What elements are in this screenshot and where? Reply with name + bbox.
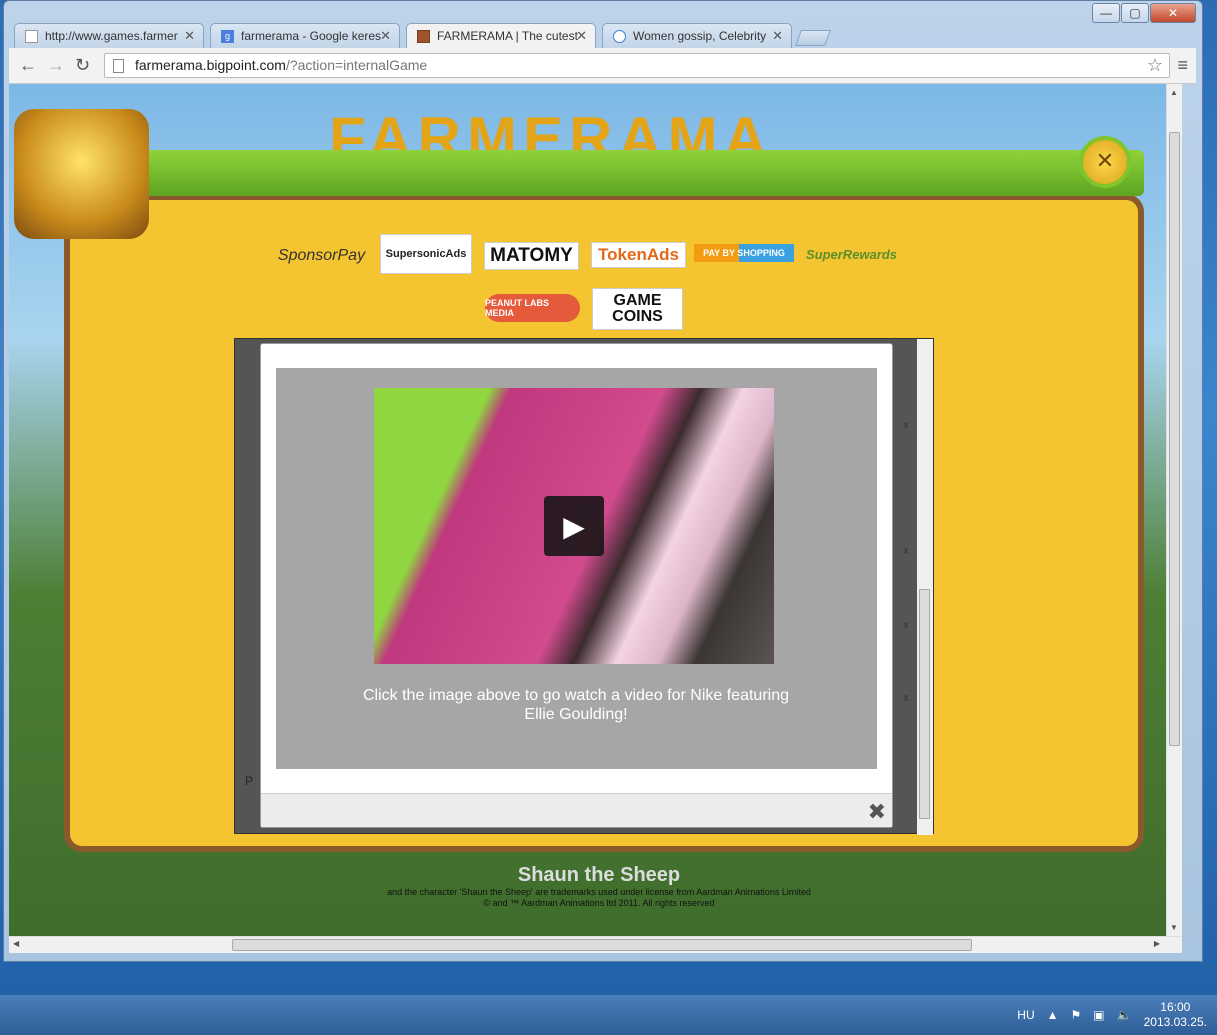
matomy-logo[interactable]: MATOMY <box>484 242 579 270</box>
address-bar[interactable]: farmerama.bigpoint.com/?action=internalG… <box>104 53 1170 78</box>
sponsorpay-logo[interactable]: SponsorPay <box>274 236 369 276</box>
tab-strip: http://www.games.farmer ✕ g farmerama - … <box>14 23 831 49</box>
close-window-button[interactable]: ✕ <box>1150 3 1196 23</box>
offer-close-icon[interactable]: x <box>903 545 909 557</box>
new-tab-button[interactable] <box>795 30 831 46</box>
scroll-thumb[interactable] <box>232 939 972 951</box>
shaun-the-sheep-logo: Shaun the Sheep <box>517 864 681 886</box>
page-footer: Shaun the Sheep and the character 'Shaun… <box>309 864 889 909</box>
clock-date: 2013.03.25. <box>1143 1015 1207 1029</box>
back-button[interactable]: ← <box>19 55 37 76</box>
windows-taskbar: HU ▲ ⚑ ▣ 🔈 16:00 2013.03.25. <box>0 995 1217 1035</box>
modal-content: ▶ Click the image above to go watch a vi… <box>276 368 877 769</box>
url-host: farmerama.bigpoint.com <box>135 57 286 73</box>
paybyshopping-logo[interactable]: PAY BY SHOPPING <box>694 244 794 262</box>
browser-toolbar: ← → ↻ farmerama.bigpoint.com/?action=int… <box>9 48 1196 84</box>
video-thumbnail[interactable]: ▶ <box>374 388 774 664</box>
vertical-scrollbar[interactable]: ▲ ▼ <box>1166 84 1182 936</box>
page-viewport: FARMERAMA ✕ SponsorPay SupersonicAds MAT… <box>9 84 1182 936</box>
system-tray: HU ▲ ⚑ ▣ 🔈 16:00 2013.03.25. <box>1017 995 1217 1035</box>
network-icon[interactable]: ▣ <box>1093 1008 1104 1022</box>
google-icon: g <box>221 30 234 43</box>
volume-icon[interactable]: 🔈 <box>1117 1008 1132 1022</box>
tab-games-farmerama[interactable]: http://www.games.farmer ✕ <box>14 23 204 49</box>
offer-close-icon[interactable]: x <box>903 692 909 704</box>
window-controls: — ▢ ✕ <box>1092 3 1196 23</box>
tokenads-logo[interactable]: TokenAds <box>591 242 686 268</box>
supersonicads-logo[interactable]: SupersonicAds <box>380 234 472 274</box>
video-offer-modal: ▶ Click the image above to go watch a vi… <box>260 343 893 828</box>
superrewards-logo[interactable]: SuperRewards <box>804 242 899 266</box>
farmerama-icon <box>417 30 430 43</box>
clock-time: 16:00 <box>1160 1000 1191 1014</box>
tab-women-gossip[interactable]: Women gossip, Celebrity ✕ <box>602 23 792 49</box>
forward-button[interactable]: → <box>47 55 65 76</box>
maximize-button[interactable]: ▢ <box>1121 3 1149 23</box>
language-indicator[interactable]: HU <box>1017 1008 1034 1022</box>
modal-footer: ✖ <box>261 793 892 827</box>
panel-header-bar <box>89 150 1144 196</box>
page-icon <box>113 59 124 73</box>
tab-label: farmerama - Google keres <box>241 29 382 43</box>
close-modal-icon[interactable]: ✖ <box>868 799 886 825</box>
close-tab-icon[interactable]: ✕ <box>772 28 783 44</box>
peanutlabs-logo[interactable]: PEANUT LABS MEDIA <box>485 294 580 322</box>
chrome-menu-icon[interactable]: ≡ <box>1177 55 1188 76</box>
video-caption: Click the image above to go watch a vide… <box>362 687 789 723</box>
footer-line-1: and the character 'Shaun the Sheep' are … <box>387 887 811 897</box>
clock[interactable]: 16:00 2013.03.25. <box>1144 1000 1207 1030</box>
bookmark-star-icon[interactable]: ☆ <box>1147 55 1163 76</box>
close-panel-button[interactable]: ✕ <box>1079 136 1131 188</box>
close-tab-icon[interactable]: ✕ <box>380 28 391 44</box>
offer-partial-text: P <box>245 774 254 788</box>
show-hidden-icons[interactable]: ▲ <box>1047 1008 1059 1022</box>
offer-scrollbar[interactable] <box>917 339 933 835</box>
minimize-button[interactable]: — <box>1092 3 1120 23</box>
footer-line-2: © and ™ Aardman Animations ltd 2011. All… <box>483 898 715 908</box>
close-tab-icon[interactable]: ✕ <box>184 28 195 44</box>
url-path: /?action=internalGame <box>285 57 428 73</box>
page-icon <box>25 30 38 43</box>
action-center-flag-icon[interactable]: ⚑ <box>1071 1008 1082 1022</box>
tab-label: http://www.games.farmer <box>45 29 178 43</box>
loading-icon <box>613 30 626 43</box>
tab-label: FARMERAMA | The cutest <box>437 29 578 43</box>
horizontal-scrollbar[interactable]: ◀ ▶ <box>9 936 1182 953</box>
reload-button[interactable]: ↻ <box>75 55 90 76</box>
scroll-thumb[interactable] <box>1169 132 1180 746</box>
offer-close-icon[interactable]: x <box>903 419 909 431</box>
offer-close-icon[interactable]: x <box>903 619 909 631</box>
tab-label: Women gossip, Celebrity <box>633 29 767 43</box>
tab-farmerama-active[interactable]: FARMERAMA | The cutest ✕ <box>406 23 596 49</box>
tab-google-search[interactable]: g farmerama - Google keres ✕ <box>210 23 400 49</box>
close-tab-icon[interactable]: ✕ <box>576 28 587 44</box>
gamecoins-logo[interactable]: GAME COINS <box>592 288 683 330</box>
treasure-chest-icon <box>14 109 149 239</box>
play-icon[interactable]: ▶ <box>544 496 604 556</box>
